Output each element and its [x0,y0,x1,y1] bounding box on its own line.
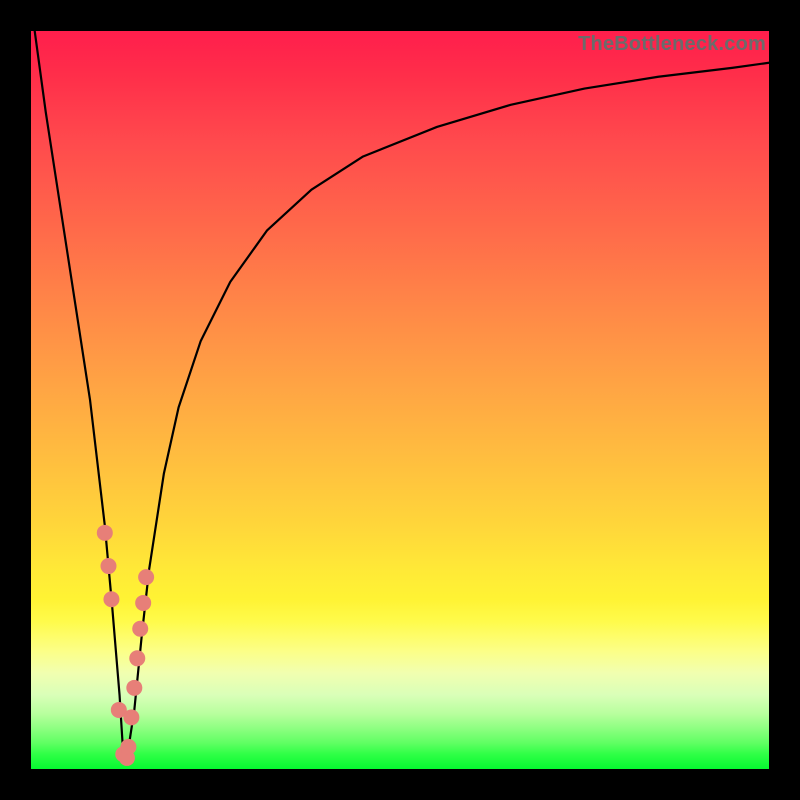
plot-area: TheBottleneck.com [31,31,769,769]
bottleneck-curve-svg [31,31,769,769]
attribution-watermark: TheBottleneck.com [578,33,766,56]
highlight-marker [135,595,151,611]
highlight-marker [120,739,136,755]
highlight-marker [97,525,113,541]
bottleneck-curve-path [35,31,769,758]
highlight-marker [123,709,139,725]
highlight-marker [126,680,142,696]
highlight-marker [129,650,145,666]
highlight-marker [103,591,119,607]
highlight-marker [132,621,148,637]
chart-frame: TheBottleneck.com [0,0,800,800]
highlight-marker [100,558,116,574]
highlight-marker [138,569,154,585]
